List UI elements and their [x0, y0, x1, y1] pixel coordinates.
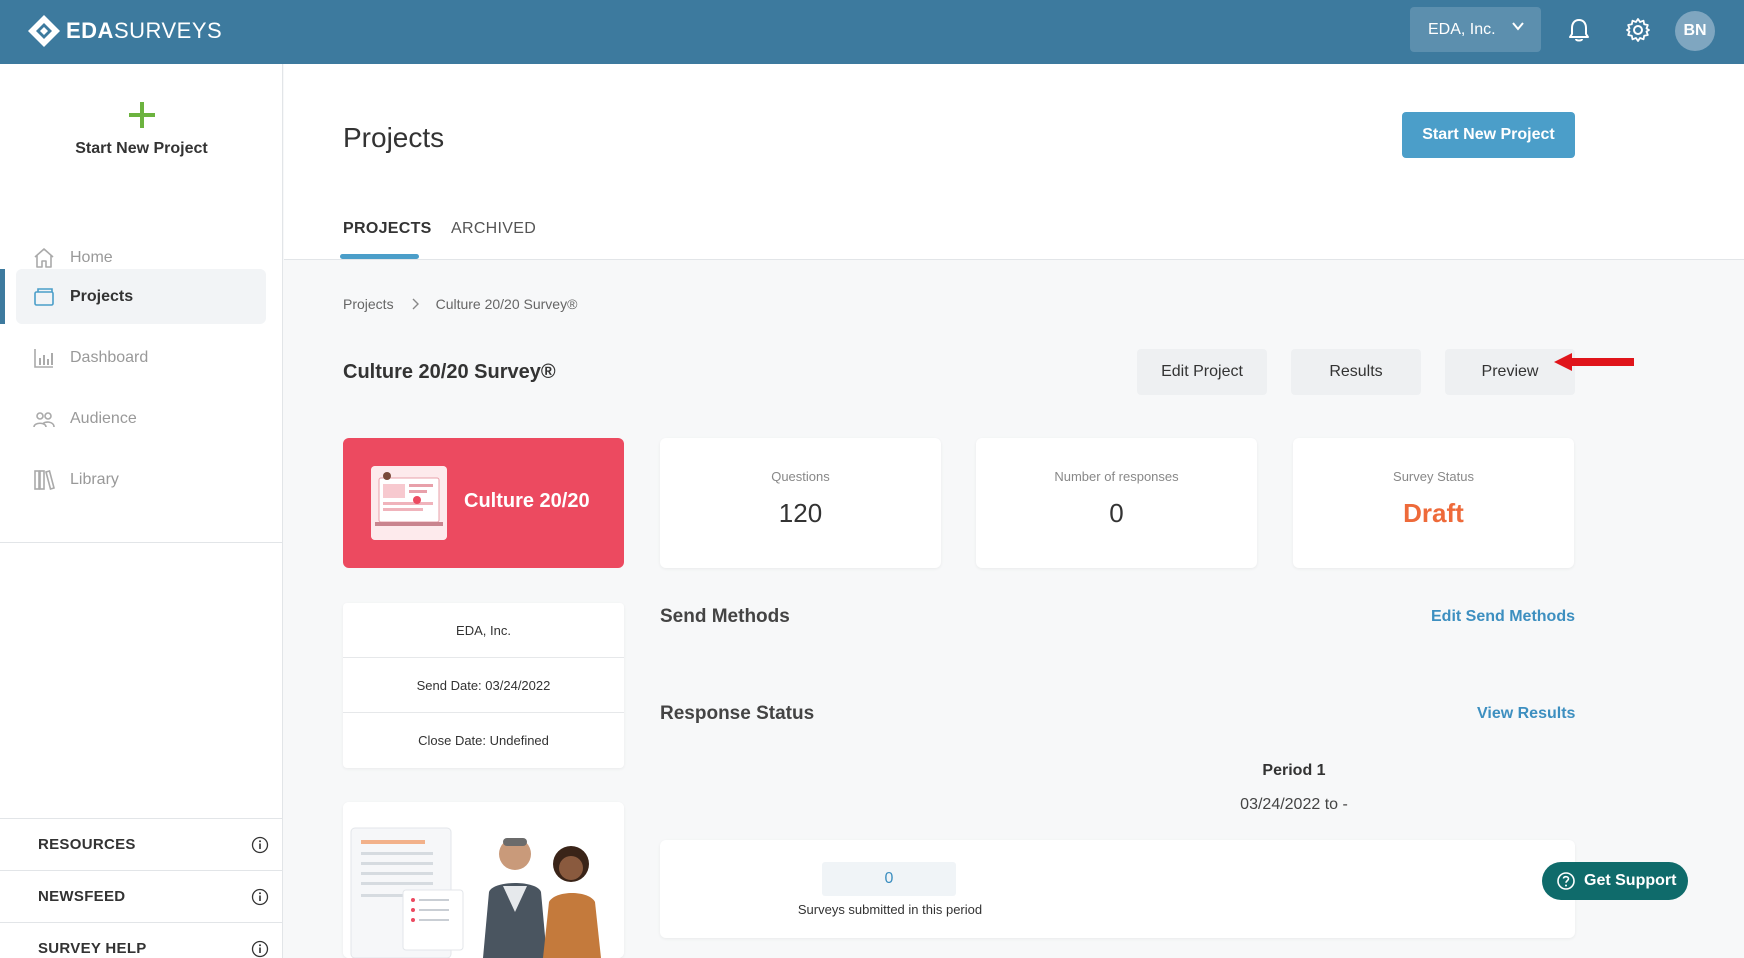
survey-banner-card[interactable]: Culture 20/20 [343, 438, 624, 568]
response-count-card: 0 Surveys submitted in this period [660, 840, 1575, 938]
survey-banner-label: Culture 20/20 [464, 490, 590, 512]
status-badge: Draft [1403, 498, 1464, 528]
stat-value: 120 [778, 498, 823, 528]
section-label: RESOURCES [38, 836, 136, 853]
tab-projects[interactable]: PROJECTS [343, 220, 432, 238]
send-methods-title: Send Methods [660, 606, 790, 627]
red-arrow-annotation [1554, 353, 1634, 371]
chevron-right-icon [412, 298, 419, 310]
section-label: SURVEY HELP [38, 940, 147, 957]
close-date: Close Date: Undefined [418, 733, 549, 748]
logo-diamond-icon [28, 15, 60, 47]
app-logo[interactable]: EDASURVEYS [26, 12, 222, 50]
breadcrumb-projects-link[interactable]: Projects [343, 296, 394, 312]
response-status-title: Response Status [660, 703, 815, 724]
sidebar: Start New Project Home Projects Dashboar… [0, 64, 283, 958]
sidebar-item-label: Projects [70, 287, 134, 305]
active-tab-indicator [340, 254, 419, 259]
survey-status-card: Survey Status Draft [1293, 438, 1574, 568]
info-icon[interactable] [251, 888, 269, 906]
tab-archived[interactable]: ARCHIVED [451, 220, 536, 238]
stat-label: Survey Status [1393, 469, 1474, 484]
page-header: Projects Start New Project PROJECTS ARCH… [284, 64, 1744, 260]
plus-icon [128, 102, 155, 128]
breadcrumb: Projects Culture 20/20 Survey® [343, 296, 577, 312]
info-icon[interactable] [251, 940, 269, 958]
question-circle-icon [1557, 872, 1575, 890]
folder-icon [34, 287, 54, 306]
surveys-submitted-label: Surveys submitted in this period [797, 902, 983, 917]
sidebar-divider [0, 542, 283, 543]
bar-chart-icon [34, 348, 53, 368]
active-nav-indicator [0, 269, 5, 324]
people-icon [33, 411, 55, 427]
responses-stat-card: Number of responses 0 [976, 438, 1257, 568]
start-new-project-label: Start New Project [75, 140, 208, 157]
view-results-link[interactable]: View Results [1477, 705, 1575, 723]
info-icon[interactable] [251, 836, 269, 854]
results-button[interactable]: Results [1291, 349, 1421, 395]
questions-stat-card: Questions 120 [660, 438, 941, 568]
promo-image-card[interactable] [343, 802, 624, 958]
get-support-label: Get Support [1584, 872, 1677, 889]
logo-text: EDASURVEYS [66, 18, 223, 43]
top-bar: EDASURVEYS EDA, Inc. BN [0, 0, 1744, 64]
project-info-box: EDA, Inc. Send Date: 03/24/2022 Close Da… [343, 603, 624, 768]
start-new-project-button[interactable]: Start New Project [1402, 112, 1575, 158]
home-icon [34, 247, 54, 268]
survey-title: Culture 20/20 Survey® [343, 361, 556, 383]
sidebar-item-library[interactable]: Library [16, 452, 266, 507]
sidebar-item-dashboard[interactable]: Dashboard [16, 330, 266, 385]
sidebar-item-projects[interactable]: Projects [16, 269, 266, 324]
main-content: Projects Start New Project PROJECTS ARCH… [284, 64, 1744, 958]
company-selector[interactable]: EDA, Inc. [1410, 7, 1541, 52]
bell-icon[interactable] [1565, 16, 1593, 44]
sidebar-item-label: Library [70, 470, 119, 488]
page-title: Projects [343, 122, 445, 153]
gear-icon[interactable] [1624, 16, 1652, 44]
chevron-down-icon [1512, 22, 1524, 31]
survey-thumbnail-image [371, 466, 447, 540]
company-selector-label: EDA, Inc. [1428, 20, 1496, 38]
user-avatar[interactable]: BN [1675, 11, 1715, 51]
sidebar-section-resources[interactable]: RESOURCES [0, 818, 283, 870]
edit-send-methods-link[interactable]: Edit Send Methods [1431, 608, 1575, 626]
surveys-submitted-count: 0 [822, 862, 956, 896]
sidebar-section-survey-help[interactable]: SURVEY HELP [0, 922, 283, 958]
send-date: Send Date: 03/24/2022 [343, 658, 624, 713]
sidebar-item-audience[interactable]: Audience [16, 391, 266, 446]
sidebar-item-label: Home [70, 248, 113, 266]
period-range: 03/24/2022 to - [1240, 796, 1348, 813]
period-title: Period 1 [1262, 762, 1326, 779]
sidebar-section-newsfeed[interactable]: NEWSFEED [0, 870, 283, 922]
sidebar-start-new-project[interactable]: Start New Project [0, 100, 283, 158]
sidebar-item-label: Audience [70, 409, 137, 427]
section-label: NEWSFEED [38, 888, 126, 905]
breadcrumb-current: Culture 20/20 Survey® [435, 296, 578, 312]
stat-label: Number of responses [1054, 469, 1179, 484]
get-support-button[interactable]: Get Support [1542, 862, 1688, 900]
edit-project-button[interactable]: Edit Project [1137, 349, 1267, 395]
library-icon [34, 469, 55, 490]
stat-value: 0 [1109, 498, 1124, 528]
company-name: EDA, Inc. [343, 603, 624, 658]
stat-label: Questions [771, 469, 830, 484]
promo-illustration-image [343, 802, 624, 958]
sidebar-item-label: Dashboard [70, 348, 149, 366]
